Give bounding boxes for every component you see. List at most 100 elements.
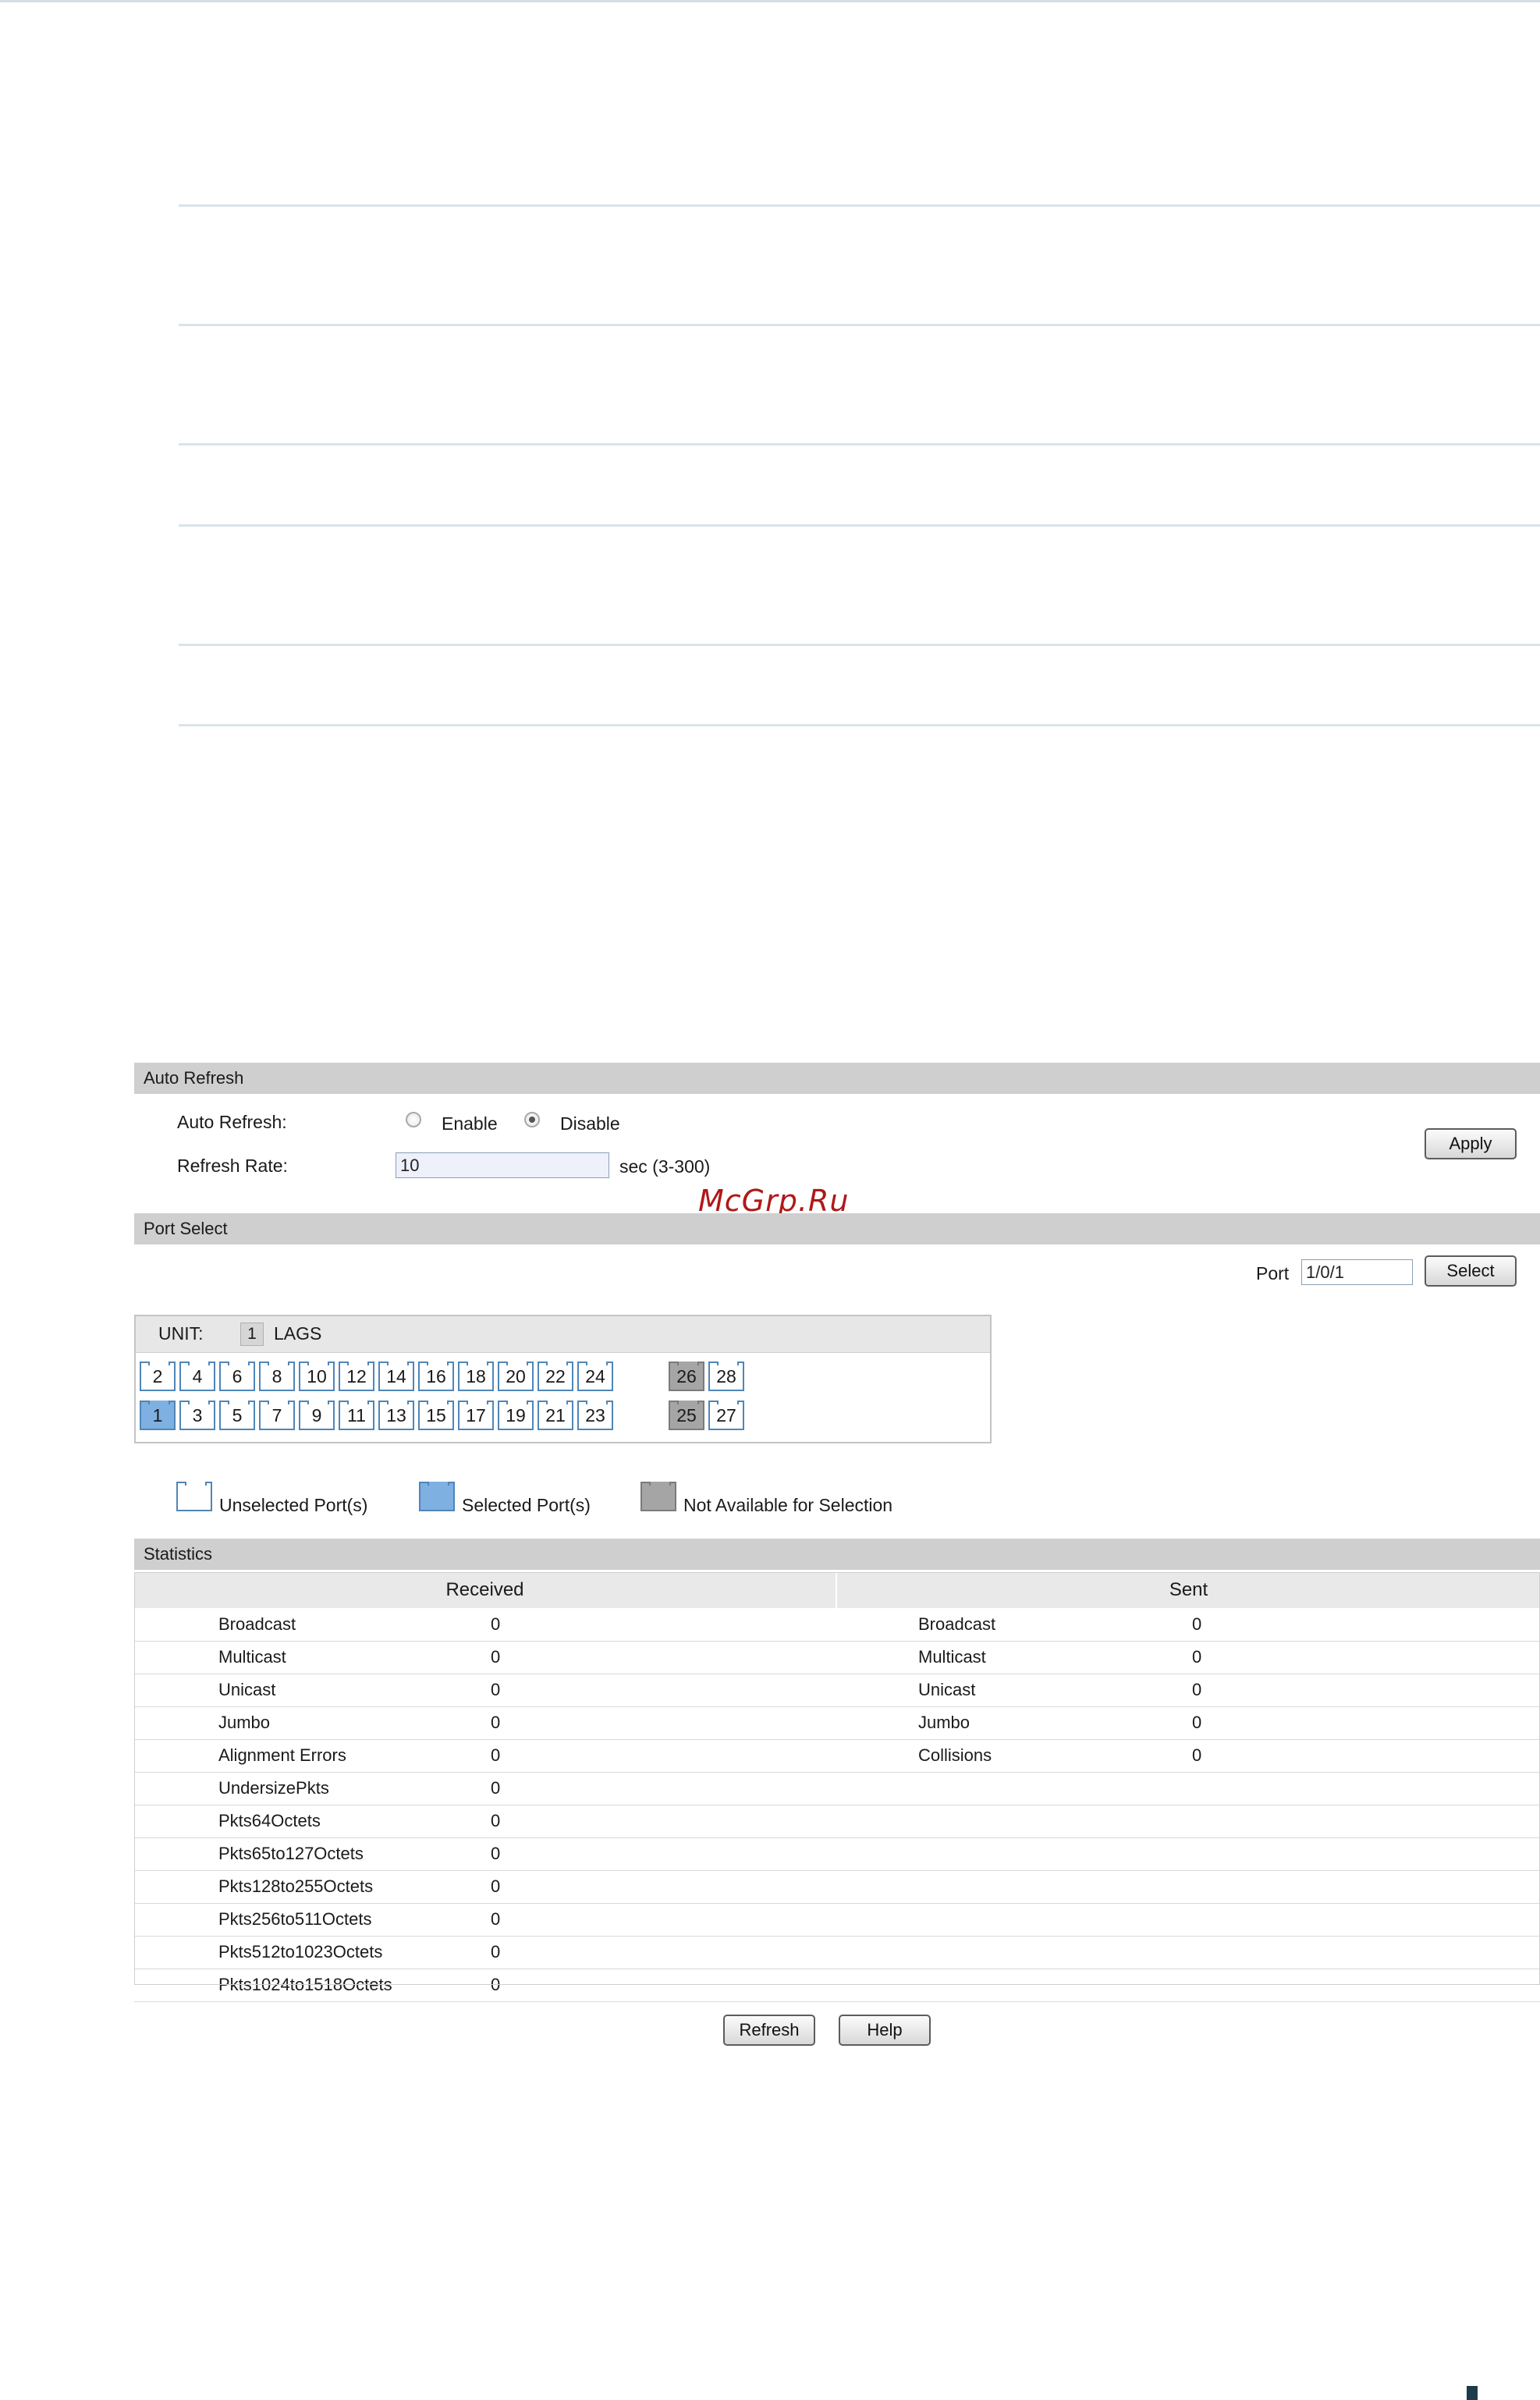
- port-22[interactable]: 22: [538, 1362, 573, 1391]
- sent-stat-name: Unicast: [918, 1680, 976, 1699]
- legend-not-available: Not Available for Selection: [683, 1495, 893, 1515]
- port-20[interactable]: 20: [498, 1362, 534, 1391]
- refresh-rate-input[interactable]: 10: [396, 1152, 609, 1178]
- statistics-header-row: Received Sent: [134, 1572, 1540, 1608]
- sent-stat-name: Broadcast: [918, 1614, 996, 1634]
- unit-label: UNIT:: [158, 1323, 204, 1344]
- port-panel: UNIT: 1 LAGS 2 4 6 8 10 12 14 16 18 20 22 24 135791…: [134, 1315, 992, 1443]
- received-stat-name: Alignment Errors: [218, 1745, 346, 1765]
- port-6[interactable]: 6: [219, 1362, 255, 1391]
- received-stat-name: Pkts1024to1518Octets: [218, 1975, 392, 1994]
- port-2[interactable]: 2: [140, 1362, 176, 1391]
- received-stat-value: 0: [491, 1680, 501, 1699]
- page-corner-mark: [1467, 2386, 1478, 2400]
- legend-selected: Selected Port(s): [462, 1495, 591, 1515]
- port-27[interactable]: 27: [708, 1401, 744, 1430]
- received-stat-value: 0: [491, 1975, 501, 1994]
- divider: [179, 324, 1540, 326]
- port-1[interactable]: 1: [140, 1401, 176, 1430]
- received-stat-value: 0: [491, 1876, 501, 1896]
- port-7[interactable]: 7: [259, 1401, 295, 1430]
- port-input[interactable]: 1/0/1: [1301, 1259, 1413, 1285]
- statistics-row: Multicast 0 Multicast 0: [134, 1641, 1540, 1674]
- statistics-row: Pkts512to1023Octets 0: [134, 1936, 1540, 1969]
- statistics-row: Pkts65to127Octets 0: [134, 1837, 1540, 1871]
- refresh-rate-hint: sec (3-300): [619, 1156, 711, 1177]
- unavailable-port-legend-icon: [640, 1482, 676, 1511]
- select-button[interactable]: Select: [1425, 1255, 1517, 1287]
- statistics-row: Unicast 0 Unicast 0: [134, 1674, 1540, 1707]
- sent-stat-value: 0: [1192, 1745, 1202, 1765]
- statistics-section-title: Statistics: [134, 1539, 1540, 1570]
- statistics-row: Pkts64Octets 0: [134, 1805, 1540, 1838]
- received-stat-name: Pkts128to255Octets: [218, 1876, 374, 1896]
- port-19[interactable]: 19: [498, 1401, 534, 1430]
- received-stat-value: 0: [491, 1942, 501, 1962]
- received-stat-name: Pkts256to511Octets: [218, 1909, 372, 1929]
- top-rule: [0, 0, 1540, 2]
- port-21[interactable]: 21: [538, 1401, 573, 1430]
- divider: [179, 644, 1540, 646]
- port-25: 25: [669, 1401, 704, 1430]
- received-stat-name: UndersizePkts: [218, 1778, 329, 1798]
- received-stat-name: Pkts65to127Octets: [218, 1844, 364, 1863]
- statistics-row: Broadcast 0 Broadcast 0: [134, 1608, 1540, 1642]
- received-stat-value: 0: [491, 1811, 501, 1830]
- sent-stat-value: 0: [1192, 1713, 1202, 1732]
- sent-stat-value: 0: [1192, 1680, 1202, 1699]
- port-10[interactable]: 10: [299, 1362, 335, 1391]
- divider: [179, 724, 1540, 726]
- port-8[interactable]: 8: [259, 1362, 295, 1391]
- statistics-row: Pkts1024to1518Octets 0: [134, 1969, 1540, 2002]
- statistics-row: Pkts256to511Octets 0: [134, 1903, 1540, 1937]
- statistics-row: Alignment Errors 0 Collisions 0: [134, 1739, 1540, 1773]
- unit-selector[interactable]: 1: [240, 1322, 264, 1346]
- auto-refresh-label: Auto Refresh:: [177, 1112, 287, 1132]
- sent-header: Sent: [1169, 1579, 1208, 1600]
- unselected-port-legend-icon: [176, 1482, 212, 1511]
- sent-stat-value: 0: [1192, 1614, 1202, 1634]
- port-11[interactable]: 11: [339, 1401, 374, 1430]
- divider: [179, 443, 1540, 446]
- port-9[interactable]: 9: [299, 1401, 335, 1430]
- received-stat-name: Unicast: [218, 1680, 276, 1699]
- received-stat-value: 0: [491, 1778, 501, 1798]
- received-stat-value: 0: [491, 1614, 501, 1634]
- port-24[interactable]: 24: [577, 1362, 613, 1391]
- enable-radio[interactable]: [406, 1112, 421, 1127]
- received-stat-value: 0: [491, 1647, 501, 1667]
- refresh-button[interactable]: Refresh: [723, 2015, 815, 2046]
- received-stat-name: Pkts64Octets: [218, 1811, 321, 1830]
- port-17[interactable]: 17: [458, 1401, 494, 1430]
- divider: [179, 524, 1540, 527]
- port-26: 26: [669, 1362, 704, 1391]
- statistics-row: Jumbo 0 Jumbo 0: [134, 1706, 1540, 1740]
- received-stat-value: 0: [491, 1745, 501, 1765]
- port-13[interactable]: 13: [378, 1401, 414, 1430]
- port-4[interactable]: 4: [179, 1362, 215, 1391]
- port-28[interactable]: 28: [708, 1362, 744, 1391]
- port-5[interactable]: 5: [219, 1401, 255, 1430]
- port-16[interactable]: 16: [418, 1362, 454, 1391]
- lags-link[interactable]: LAGS: [274, 1322, 321, 1345]
- help-button[interactable]: Help: [839, 2015, 931, 2046]
- received-stat-name: Pkts512to1023Octets: [218, 1942, 383, 1962]
- port-18[interactable]: 18: [458, 1362, 494, 1391]
- received-stat-name: Multicast: [218, 1647, 286, 1667]
- selected-port-legend-icon: [419, 1482, 455, 1511]
- disable-radio[interactable]: [524, 1112, 540, 1127]
- received-stat-value: 0: [491, 1844, 501, 1863]
- port-12[interactable]: 12: [339, 1362, 374, 1391]
- port-15[interactable]: 15: [418, 1401, 454, 1430]
- received-stat-name: Broadcast: [218, 1614, 296, 1634]
- statistics-row: UndersizePkts 0: [134, 1772, 1540, 1805]
- port-23[interactable]: 23: [577, 1401, 613, 1430]
- port-14[interactable]: 14: [378, 1362, 414, 1391]
- port-3[interactable]: 3: [179, 1401, 215, 1430]
- refresh-rate-label: Refresh Rate:: [177, 1156, 288, 1176]
- apply-button[interactable]: Apply: [1425, 1128, 1517, 1159]
- divider: [179, 204, 1540, 207]
- legend-unselected: Unselected Port(s): [219, 1495, 368, 1515]
- port-panel-header: [136, 1316, 990, 1353]
- received-stat-name: Jumbo: [218, 1713, 271, 1732]
